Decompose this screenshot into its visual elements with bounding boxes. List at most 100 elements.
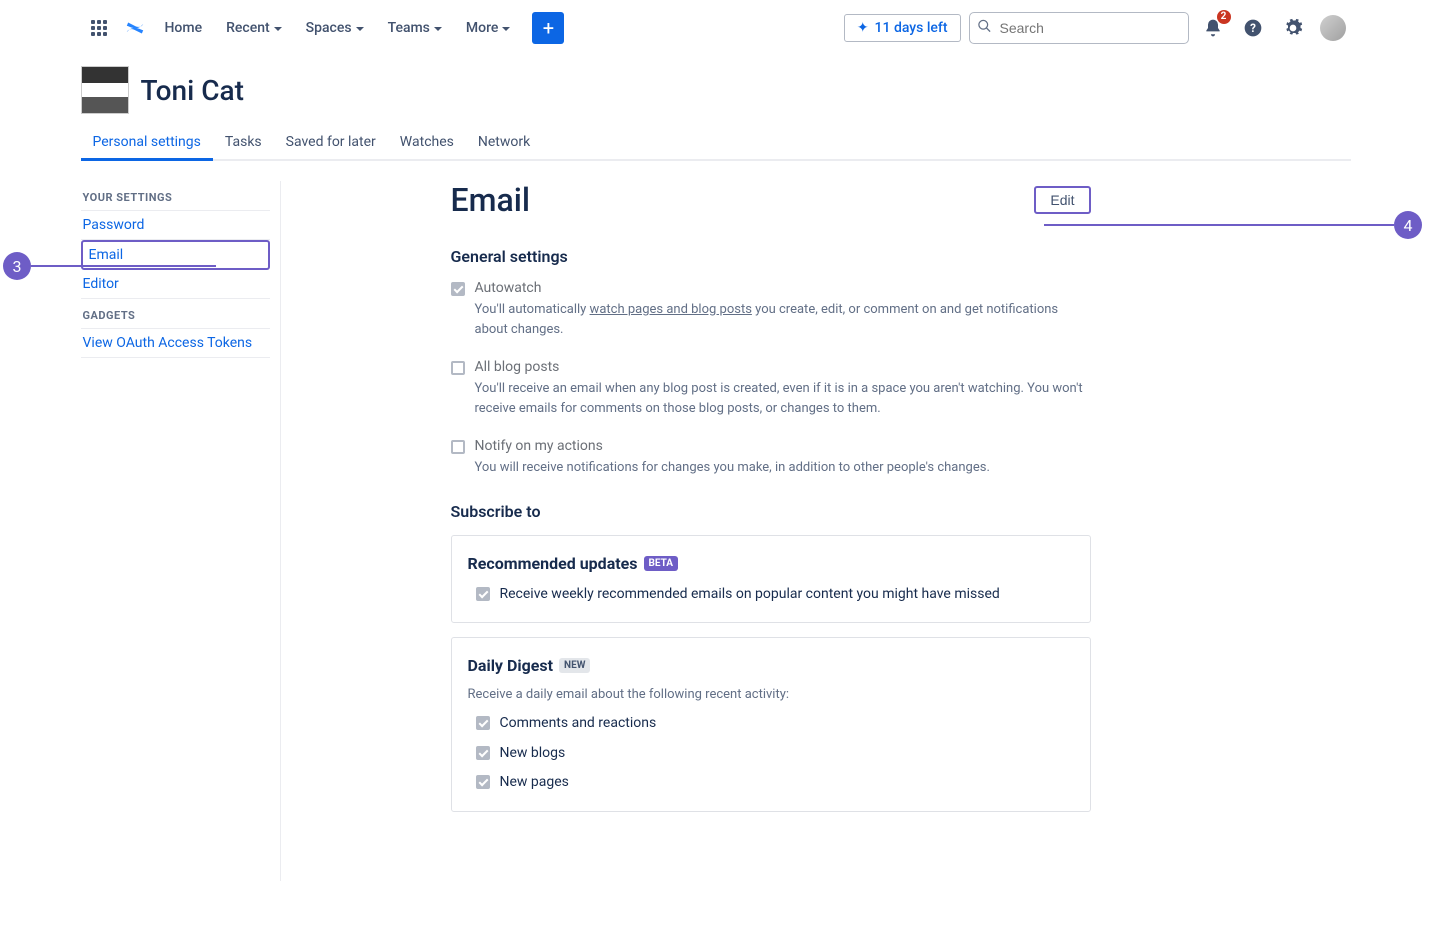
tab-network[interactable]: Network (466, 126, 542, 161)
callout-4: 4 (1394, 211, 1422, 239)
sidebar-item-editor[interactable]: Editor (81, 270, 270, 299)
card-setting: Receive weekly recommended emails on pop… (476, 585, 1074, 605)
svg-text:?: ? (1250, 21, 1256, 35)
setting-body: All blog posts You'll receive an email w… (475, 359, 1091, 418)
tab-saved[interactable]: Saved for later (274, 126, 388, 161)
setting-autowatch: Autowatch You'll automatically watch pag… (451, 280, 1091, 339)
page-title: Email (451, 181, 531, 219)
top-nav-left: Home Recent Spaces Teams More + (83, 12, 565, 44)
tab-tasks[interactable]: Tasks (213, 126, 274, 161)
tabs: Personal settings Tasks Saved for later … (81, 126, 1351, 161)
notification-badge: 2 (1217, 10, 1231, 24)
help-icon: ? (1243, 18, 1263, 38)
edit-button[interactable]: Edit (1034, 186, 1090, 214)
setting-desc: You'll automatically watch pages and blo… (475, 300, 1091, 339)
confluence-logo-icon (124, 17, 146, 39)
chevron-down-icon (434, 27, 442, 31)
chevron-down-icon (274, 27, 282, 31)
chevron-down-icon (502, 27, 510, 31)
nav-more[interactable]: More (456, 16, 521, 40)
card-setting: New blogs (476, 744, 1074, 764)
card-title-text: Daily Digest (468, 656, 554, 675)
card-title-text: Recommended updates (468, 554, 638, 573)
checkbox-recommended-weekly[interactable] (476, 587, 490, 601)
search-icon (977, 18, 992, 37)
sidebar-heading-gadgets: GADGETS (81, 303, 270, 329)
search-box (969, 12, 1189, 44)
confluence-logo-button[interactable] (119, 12, 151, 44)
setting-desc: You'll receive an email when any blog po… (475, 379, 1091, 418)
section-subscribe-to: Subscribe to (451, 502, 1091, 521)
beta-badge: BETA (644, 556, 679, 571)
card-setting: New pages (476, 773, 1074, 793)
search-input[interactable] (969, 12, 1189, 44)
plus-icon: + (543, 16, 554, 40)
profile-button[interactable] (1317, 12, 1349, 44)
trial-label: 11 days left (875, 20, 948, 36)
checkbox-new-blogs[interactable] (476, 746, 490, 760)
card-setting-label: New pages (500, 773, 569, 793)
card-setting-label: New blogs (500, 744, 566, 764)
nav-recent-label: Recent (226, 20, 270, 36)
page-content: Toni Cat Personal settings Tasks Saved f… (71, 56, 1361, 881)
setting-all-blog-posts: All blog posts You'll receive an email w… (451, 359, 1091, 418)
sidebar-item-password[interactable]: Password (81, 211, 270, 240)
sidebar: YOUR SETTINGS Password Email Editor GADG… (81, 181, 281, 881)
setting-desc: You will receive notifications for chang… (475, 458, 1091, 478)
help-button[interactable]: ? (1237, 12, 1269, 44)
nav-recent[interactable]: Recent (216, 16, 292, 40)
sidebar-item-oauth[interactable]: View OAuth Access Tokens (81, 329, 270, 358)
nav-spaces-label: Spaces (306, 20, 352, 36)
settings-button[interactable] (1277, 12, 1309, 44)
checkbox-all-blog-posts[interactable] (451, 361, 465, 375)
card-recommended-updates: Recommended updates BETA Receive weekly … (451, 535, 1091, 624)
avatar-icon (1320, 15, 1346, 41)
checkbox-notify-own-actions[interactable] (451, 440, 465, 454)
nav-home[interactable]: Home (155, 16, 213, 40)
desc-text: You'll automatically (475, 302, 590, 317)
card-title: Daily Digest NEW (468, 656, 1074, 675)
nav-teams[interactable]: Teams (378, 16, 452, 40)
chevron-down-icon (356, 27, 364, 31)
tab-watches[interactable]: Watches (388, 126, 466, 161)
card-desc: Receive a daily email about the followin… (468, 687, 1074, 702)
notifications-button[interactable]: 2 (1197, 12, 1229, 44)
callout-3: 3 (3, 252, 31, 280)
nav-spaces[interactable]: Spaces (296, 16, 374, 40)
setting-label: Notify on my actions (475, 438, 1091, 454)
nav-more-label: More (466, 20, 499, 36)
card-setting: Comments and reactions (476, 714, 1074, 734)
setting-body: Notify on my actions You will receive no… (475, 438, 1091, 478)
app-switcher-button[interactable] (83, 12, 115, 44)
setting-label: Autowatch (475, 280, 1091, 296)
apps-grid-icon (91, 20, 107, 36)
sparkle-icon: ✦ (857, 20, 869, 36)
watch-pages-link[interactable]: watch pages and blog posts (590, 302, 752, 317)
section-general-settings: General settings (451, 247, 1091, 266)
card-setting-label: Comments and reactions (500, 714, 657, 734)
callout-line-4 (1044, 224, 1394, 226)
callout-line-3 (31, 265, 216, 267)
checkbox-new-pages[interactable] (476, 775, 490, 789)
create-button[interactable]: + (532, 12, 564, 44)
new-badge: NEW (559, 658, 590, 673)
main-panel: Email Edit General settings Autowatch Yo… (281, 181, 1131, 881)
profile-header: Toni Cat (81, 56, 1351, 120)
top-nav: Home Recent Spaces Teams More + ✦ 11 day… (71, 0, 1361, 56)
main-header: Email Edit (451, 181, 1091, 219)
checkbox-comments-reactions[interactable] (476, 716, 490, 730)
card-title: Recommended updates BETA (468, 554, 1074, 573)
profile-avatar (81, 66, 129, 114)
nav-teams-label: Teams (388, 20, 430, 36)
tab-personal-settings[interactable]: Personal settings (81, 126, 213, 161)
card-daily-digest: Daily Digest NEW Receive a daily email a… (451, 637, 1091, 812)
setting-body: Autowatch You'll automatically watch pag… (475, 280, 1091, 339)
content-area: YOUR SETTINGS Password Email Editor GADG… (81, 181, 1351, 881)
gear-icon (1283, 18, 1303, 38)
top-nav-right: ✦ 11 days left 2 ? (844, 12, 1349, 44)
trial-badge[interactable]: ✦ 11 days left (844, 14, 961, 42)
card-setting-label: Receive weekly recommended emails on pop… (500, 585, 1000, 605)
checkbox-autowatch[interactable] (451, 282, 465, 296)
sidebar-heading-your-settings: YOUR SETTINGS (81, 185, 270, 211)
profile-name: Toni Cat (141, 74, 244, 107)
